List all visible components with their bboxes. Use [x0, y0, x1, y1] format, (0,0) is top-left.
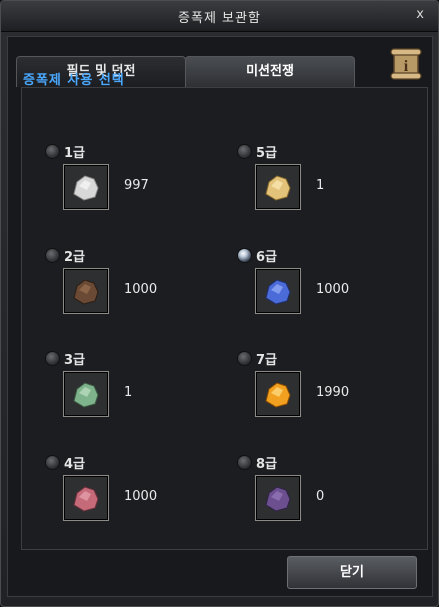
- grade-label: 6급: [256, 250, 278, 265]
- grade-5-radio[interactable]: [237, 144, 252, 159]
- grade-3-slot[interactable]: [63, 371, 109, 417]
- grade-7-slot[interactable]: [255, 371, 301, 417]
- ore-icon: [73, 175, 99, 201]
- title-bar[interactable]: 증폭제 보관함 x: [1, 1, 438, 32]
- grade-label: 7급: [256, 353, 278, 368]
- close-icon[interactable]: x: [416, 7, 424, 22]
- ore-icon: [265, 279, 291, 305]
- grade-2-item: 2급 1000: [45, 245, 205, 325]
- ore-icon: [265, 175, 291, 201]
- grade-8-count: 0: [316, 489, 325, 504]
- grade-label: 1급: [64, 146, 86, 161]
- grade-2-radio[interactable]: [45, 248, 60, 263]
- grade-2-count: 1000: [124, 282, 158, 297]
- grade-3-count: 1: [124, 385, 133, 400]
- grade-7-radio[interactable]: [237, 351, 252, 366]
- ore-icon: [73, 279, 99, 305]
- grade-6-item: 6급 1000: [237, 245, 397, 325]
- grade-5-count: 1: [316, 178, 325, 193]
- grade-label: 8급: [256, 457, 278, 472]
- grade-6-slot[interactable]: [255, 268, 301, 314]
- grade-4-radio[interactable]: [45, 455, 60, 470]
- grade-3-radio[interactable]: [45, 351, 60, 366]
- grade-6-radio[interactable]: [237, 248, 252, 263]
- ore-icon: [73, 382, 99, 408]
- grade-label: 3급: [64, 353, 86, 368]
- grade-1-count: 997: [124, 178, 149, 193]
- section-label: 증폭제 사용 선택: [23, 73, 125, 88]
- grade-7-count: 1990: [316, 385, 350, 400]
- close-button[interactable]: 닫기: [287, 556, 417, 589]
- grade-7-item: 7급 1990: [237, 348, 397, 428]
- help-scroll-icon[interactable]: i: [389, 45, 425, 83]
- grade-5-slot[interactable]: [255, 164, 301, 210]
- ore-icon: [73, 486, 99, 512]
- grade-label: 5급: [256, 146, 278, 161]
- grade-4-item: 4급 1000: [45, 452, 205, 532]
- grade-8-radio[interactable]: [237, 455, 252, 470]
- grade-4-slot[interactable]: [63, 475, 109, 521]
- storage-window: 증폭제 보관함 x 필드 및 던전 미션전쟁 i 증폭제 사용 선택 1급 99…: [0, 0, 439, 607]
- grade-label: 4급: [64, 457, 86, 472]
- grade-label: 2급: [64, 250, 86, 265]
- window-title: 증폭제 보관함: [178, 11, 261, 26]
- grade-3-item: 3급 1: [45, 348, 205, 428]
- tab-mission-war[interactable]: 미션전쟁: [185, 56, 355, 87]
- ore-icon: [265, 486, 291, 512]
- grade-2-slot[interactable]: [63, 268, 109, 314]
- grade-1-slot[interactable]: [63, 164, 109, 210]
- grade-5-item: 5급 1: [237, 141, 397, 221]
- svg-text:i: i: [404, 58, 409, 75]
- grade-1-item: 1급 997: [45, 141, 205, 221]
- ore-icon: [265, 382, 291, 408]
- grade-6-count: 1000: [316, 282, 350, 297]
- grade-8-slot[interactable]: [255, 475, 301, 521]
- grade-1-radio[interactable]: [45, 144, 60, 159]
- grade-4-count: 1000: [124, 489, 158, 504]
- grade-8-item: 8급 0: [237, 452, 397, 532]
